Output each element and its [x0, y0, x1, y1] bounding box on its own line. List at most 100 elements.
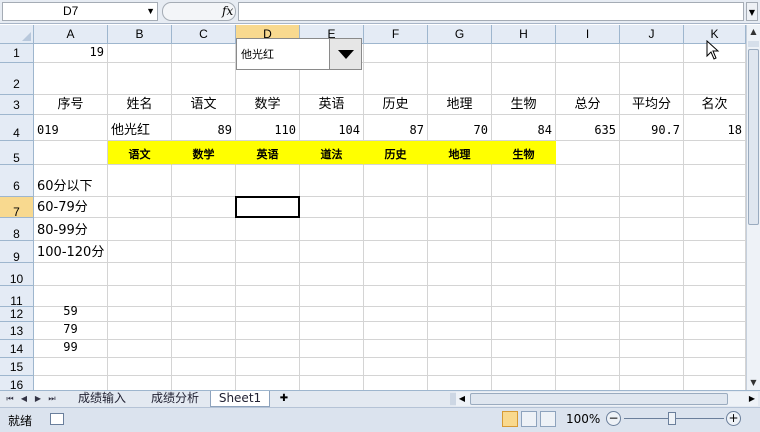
cell-d5[interactable]: 英语: [236, 141, 300, 165]
cell-h15[interactable]: [492, 358, 556, 376]
cell-d15[interactable]: [236, 358, 300, 376]
cell-a10[interactable]: [34, 263, 108, 286]
column-header-j[interactable]: J: [620, 25, 684, 44]
cell-a13[interactable]: 79: [34, 322, 108, 340]
cell-c15[interactable]: [172, 358, 236, 376]
column-header-b[interactable]: B: [108, 25, 172, 44]
cell-f1[interactable]: [364, 44, 428, 63]
cell-b13[interactable]: [108, 322, 172, 340]
cell-i8[interactable]: [556, 218, 620, 241]
cell-i15[interactable]: [556, 358, 620, 376]
row-header-9[interactable]: 9: [0, 241, 34, 264]
cell-a3[interactable]: 序号: [34, 95, 108, 115]
cell-j6[interactable]: [620, 165, 684, 197]
cell-d4[interactable]: 110: [236, 115, 300, 141]
cell-k11[interactable]: [684, 286, 746, 307]
cell-g5[interactable]: 地理: [428, 141, 492, 165]
cell-j4[interactable]: 90.7: [620, 115, 684, 141]
row-header-7[interactable]: 7: [0, 197, 34, 219]
horizontal-scroll-thumb[interactable]: [470, 393, 728, 405]
cell-e11[interactable]: [300, 286, 364, 307]
cell-g14[interactable]: [428, 340, 492, 358]
cell-h5[interactable]: 生物: [492, 141, 556, 165]
cell-d13[interactable]: [236, 322, 300, 340]
cell-c11[interactable]: [172, 286, 236, 307]
cell-b2[interactable]: [108, 63, 172, 95]
cell-h8[interactable]: [492, 218, 556, 241]
cell-c14[interactable]: [172, 340, 236, 358]
scroll-right-icon[interactable]: ▶: [746, 392, 758, 406]
cell-k15[interactable]: [684, 358, 746, 376]
first-sheet-icon[interactable]: ⏮: [4, 392, 16, 406]
cell-f11[interactable]: [364, 286, 428, 307]
cell-k10[interactable]: [684, 263, 746, 286]
cell-b8[interactable]: [108, 218, 172, 241]
cell-h7[interactable]: [492, 197, 556, 218]
cell-h1[interactable]: [492, 44, 556, 63]
cell-f7[interactable]: [364, 197, 428, 218]
cell-c6[interactable]: [172, 165, 236, 197]
cell-d14[interactable]: [236, 340, 300, 358]
cell-e5[interactable]: 道法: [300, 141, 364, 165]
page-break-view-icon[interactable]: [540, 411, 556, 427]
cell-f4[interactable]: 87: [364, 115, 428, 141]
cell-b11[interactable]: [108, 286, 172, 307]
horizontal-scrollbar[interactable]: ◀ ▶: [456, 392, 758, 406]
cell-b12[interactable]: [108, 307, 172, 322]
zoom-in-icon[interactable]: +: [726, 411, 741, 426]
cell-b15[interactable]: [108, 358, 172, 376]
cell-g3[interactable]: 地理: [428, 95, 492, 115]
cell-j11[interactable]: [620, 286, 684, 307]
cell-e14[interactable]: [300, 340, 364, 358]
cell-h6[interactable]: [492, 165, 556, 197]
cell-f6[interactable]: [364, 165, 428, 197]
cell-j1[interactable]: [620, 44, 684, 63]
cell-e10[interactable]: [300, 263, 364, 286]
cell-c7[interactable]: [172, 197, 236, 218]
cell-g6[interactable]: [428, 165, 492, 197]
row-header-11[interactable]: 11: [0, 286, 34, 308]
cell-f8[interactable]: [364, 218, 428, 241]
cell-g16[interactable]: [428, 376, 492, 390]
cell-j9[interactable]: [620, 241, 684, 263]
row-header-8[interactable]: 8: [0, 218, 34, 241]
cell-i9[interactable]: [556, 241, 620, 263]
cell-h2[interactable]: [492, 63, 556, 95]
scroll-up-icon[interactable]: ▲: [747, 25, 760, 39]
cell-d6[interactable]: [236, 165, 300, 197]
cell-j8[interactable]: [620, 218, 684, 241]
cell-c13[interactable]: [172, 322, 236, 340]
normal-view-icon[interactable]: [502, 411, 518, 427]
cell-e13[interactable]: [300, 322, 364, 340]
cell-k12[interactable]: [684, 307, 746, 322]
row-header-12[interactable]: 12: [0, 307, 34, 322]
cell-g15[interactable]: [428, 358, 492, 376]
cell-e8[interactable]: [300, 218, 364, 241]
cell-a1[interactable]: 19: [34, 44, 108, 63]
cell-h9[interactable]: [492, 241, 556, 263]
column-header-i[interactable]: I: [556, 25, 620, 44]
cell-b14[interactable]: [108, 340, 172, 358]
cell-k5[interactable]: [684, 141, 746, 165]
cell-c1[interactable]: [172, 44, 236, 63]
cell-d12[interactable]: [236, 307, 300, 322]
student-name-dropdown[interactable]: 他光红: [236, 38, 362, 70]
cell-f2[interactable]: [364, 63, 428, 95]
cell-e7[interactable]: [300, 197, 364, 218]
row-header-16[interactable]: 16: [0, 376, 34, 390]
cell-i5[interactable]: [556, 141, 620, 165]
cell-i13[interactable]: [556, 322, 620, 340]
cell-e6[interactable]: [300, 165, 364, 197]
row-header-15[interactable]: 15: [0, 358, 34, 376]
cell-i4[interactable]: 635: [556, 115, 620, 141]
cell-d9[interactable]: [236, 241, 300, 263]
cell-c9[interactable]: [172, 241, 236, 263]
row-header-4[interactable]: 4: [0, 115, 34, 141]
zoom-slider-thumb[interactable]: [668, 412, 676, 425]
cell-f5[interactable]: 历史: [364, 141, 428, 165]
column-header-a[interactable]: A: [34, 25, 108, 44]
cell-g2[interactable]: [428, 63, 492, 95]
insert-sheet-icon[interactable]: ✚: [272, 392, 296, 406]
cell-f13[interactable]: [364, 322, 428, 340]
cell-b16[interactable]: [108, 376, 172, 390]
